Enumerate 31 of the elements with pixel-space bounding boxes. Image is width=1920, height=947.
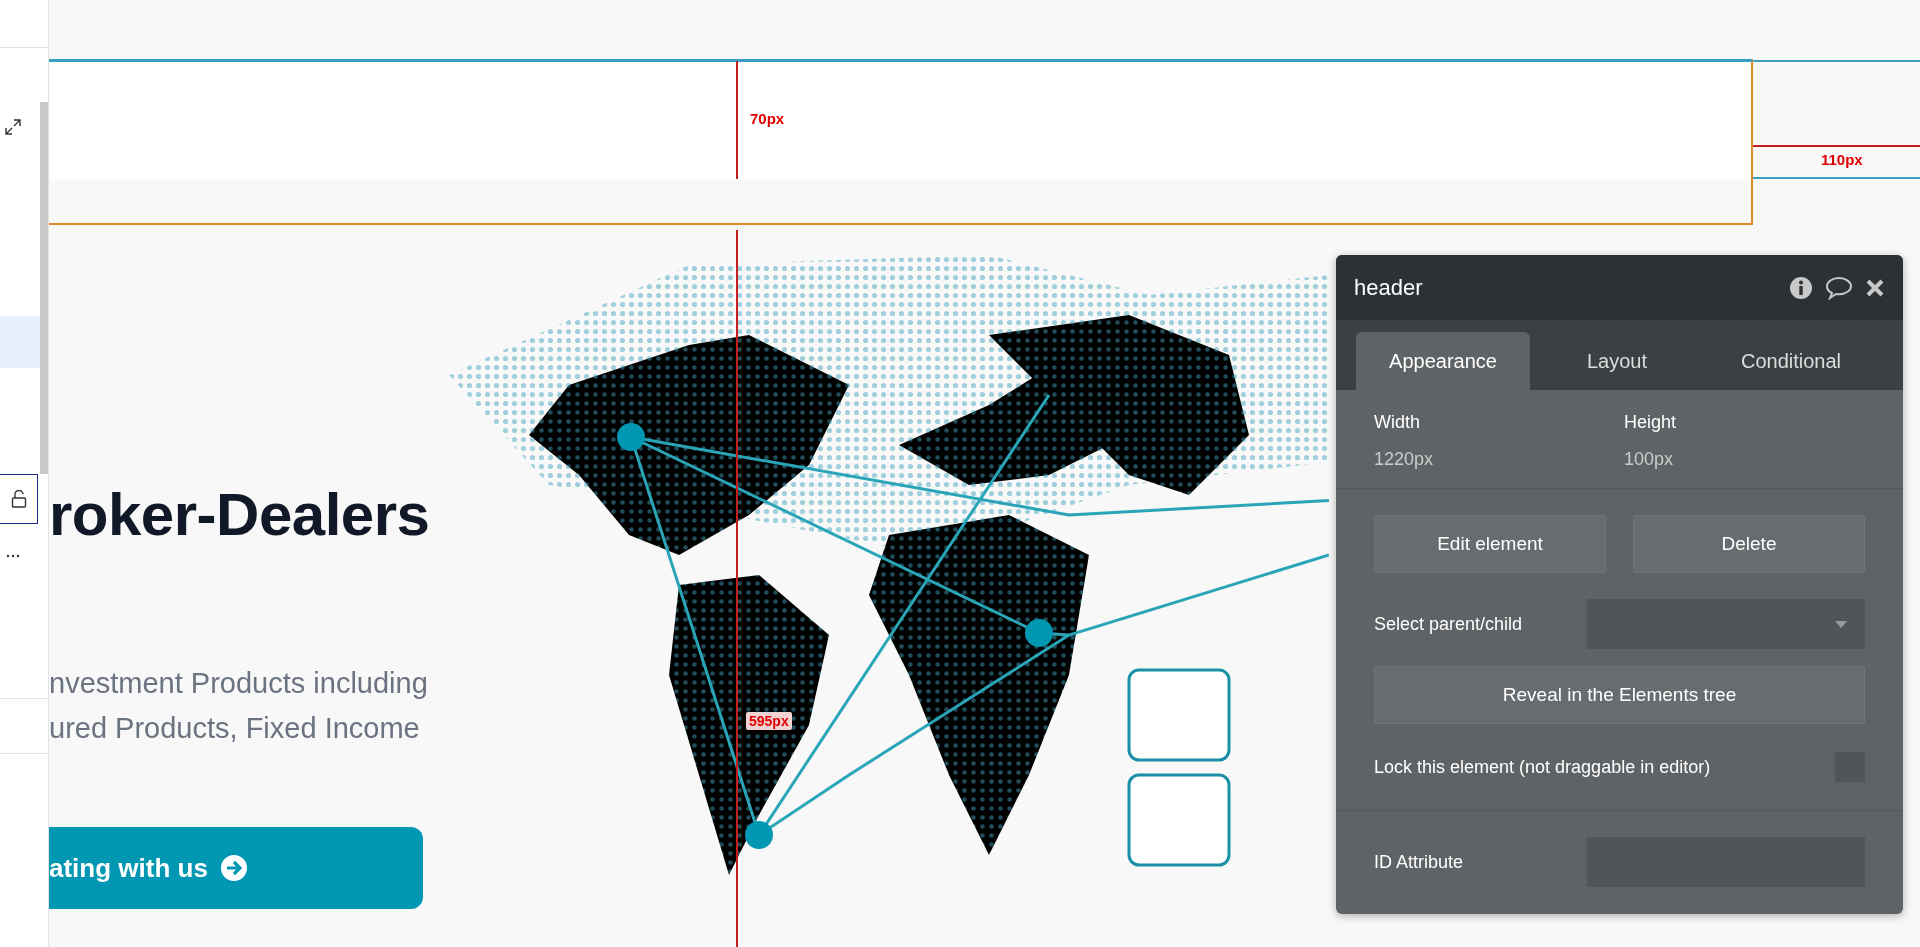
scrollbar[interactable]	[40, 102, 48, 474]
panel-tab[interactable]: Conditional	[1704, 332, 1878, 390]
field-label: Height	[1624, 412, 1678, 433]
lock-label: Lock this element (not draggable in editor)	[1374, 756, 1711, 778]
measure-label: 595px	[746, 712, 792, 730]
info-icon[interactable]	[1789, 275, 1813, 300]
panel-tab[interactable]: Appearance	[1356, 332, 1530, 390]
comment-icon[interactable]	[1825, 275, 1853, 300]
field-value: 100px	[1624, 449, 1675, 470]
id-attribute-label: ID Attribute	[1374, 851, 1464, 873]
reveal-button[interactable]: Reveal in the Elements tree	[1374, 666, 1865, 724]
lock-toggle[interactable]	[0, 474, 38, 524]
measure-label: 110px	[1821, 151, 1863, 168]
unlocked-padlock-icon	[10, 490, 27, 508]
field-label: Width	[1374, 412, 1421, 433]
panel-button[interactable]: Edit element	[1374, 515, 1606, 573]
field-value: 1220px	[1374, 449, 1435, 470]
hero-title: roker-Dealers	[49, 480, 431, 549]
header-element-outline[interactable]	[49, 59, 1753, 225]
select-label: Select parent/child	[1374, 613, 1523, 635]
cta-button[interactable]: ating with us	[49, 827, 423, 909]
caret-icon	[1835, 620, 1847, 628]
panel-title: header	[1354, 274, 1424, 301]
close-icon[interactable]	[1865, 277, 1885, 298]
more-icon[interactable]	[6, 554, 20, 558]
measure-label: 70px	[750, 110, 785, 127]
expand-icon[interactable]	[4, 118, 22, 136]
arrow-circle-icon	[219, 854, 248, 882]
panel-tab[interactable]: Layout	[1530, 332, 1704, 390]
hero-subtitle: nvestment Products including ured Products, Fixed Income	[49, 666, 429, 746]
panel-button[interactable]: Delete	[1633, 515, 1865, 573]
